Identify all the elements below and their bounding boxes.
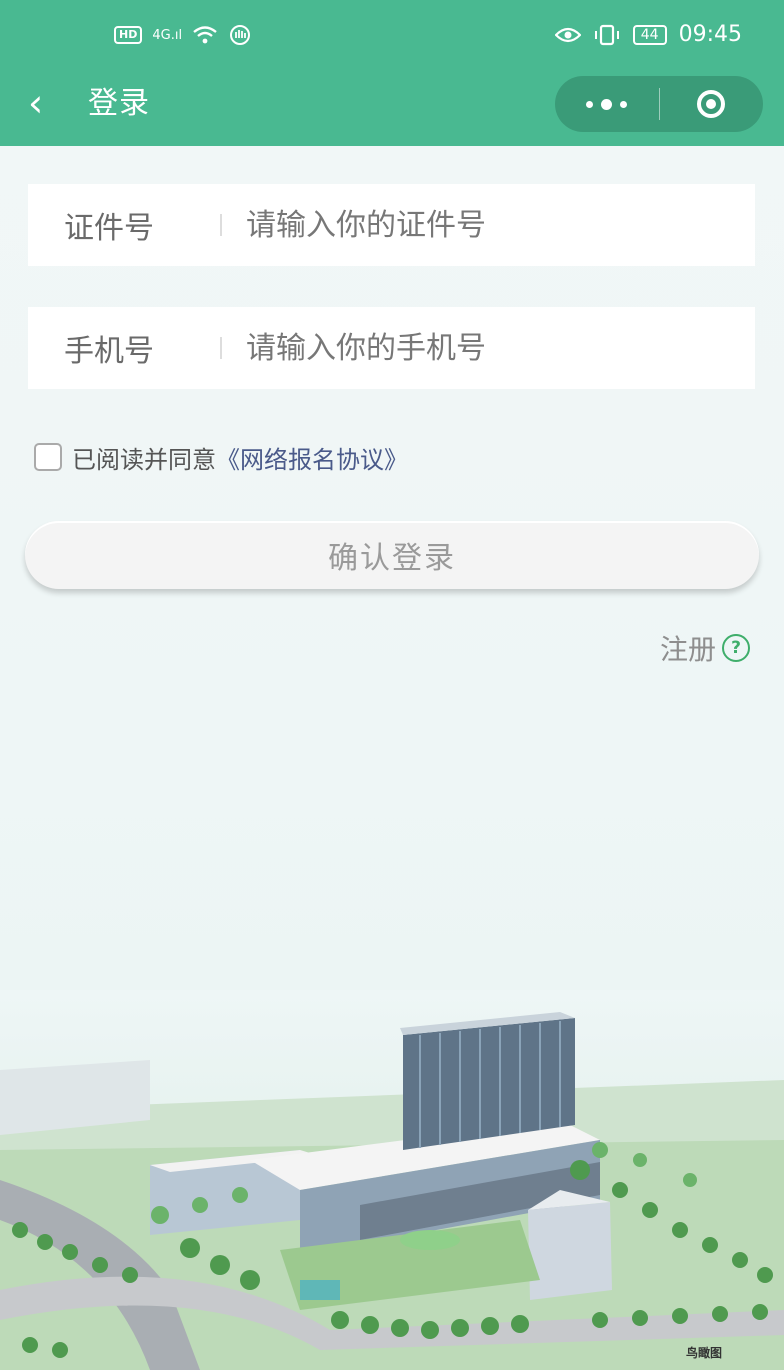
agreement-text: 已阅读并同意 bbox=[72, 445, 216, 474]
back-icon[interactable]: ‹ bbox=[28, 84, 43, 122]
agreement-row: 已阅读并同意 《网络报名协议》 bbox=[34, 440, 408, 474]
field-divider bbox=[220, 214, 222, 236]
close-mini-program-icon[interactable] bbox=[660, 90, 764, 118]
help-icon: ? bbox=[722, 634, 750, 662]
top-bar: HD 4G.ıl 44 09:45 ‹ 登录 bbox=[0, 0, 784, 146]
battery-icon: 44 bbox=[632, 24, 667, 45]
id-number-input[interactable] bbox=[244, 206, 728, 244]
eye-icon bbox=[554, 27, 581, 42]
status-bar: HD 4G.ıl 44 09:45 bbox=[0, 18, 784, 58]
vibrate-icon bbox=[594, 24, 619, 45]
network-type: 4G bbox=[152, 27, 171, 43]
wifi-icon bbox=[193, 26, 217, 44]
field-divider bbox=[220, 337, 222, 359]
more-icon[interactable] bbox=[555, 98, 659, 110]
agreement-checkbox[interactable] bbox=[34, 443, 62, 471]
page-title: 登录 bbox=[88, 86, 150, 121]
id-number-field: 证件号 bbox=[28, 184, 755, 266]
illustration-caption: 鸟瞰图 bbox=[686, 1346, 723, 1360]
hd-icon: HD bbox=[114, 26, 143, 44]
status-left: HD 4G.ıl bbox=[114, 24, 252, 46]
status-right: 44 09:45 bbox=[554, 22, 742, 47]
confirm-login-button[interactable]: 确认登录 bbox=[25, 521, 759, 589]
clock: 09:45 bbox=[678, 22, 742, 47]
register-label: 注册 bbox=[659, 633, 716, 666]
id-number-label: 证件号 bbox=[64, 211, 154, 246]
phone-input[interactable] bbox=[244, 329, 728, 367]
phone-field: 手机号 bbox=[28, 307, 755, 389]
signal-icon: 4G.ıl bbox=[152, 27, 183, 43]
agreement-link[interactable]: 《网络报名协议》 bbox=[216, 440, 408, 475]
hand-icon bbox=[230, 25, 251, 45]
register-link[interactable]: 注册 ? bbox=[660, 628, 750, 668]
phone-label: 手机号 bbox=[64, 334, 154, 369]
nav-bar: ‹ 登录 bbox=[0, 74, 784, 134]
mini-program-capsule bbox=[555, 76, 763, 132]
campus-aerial-illustration bbox=[0, 990, 784, 1370]
